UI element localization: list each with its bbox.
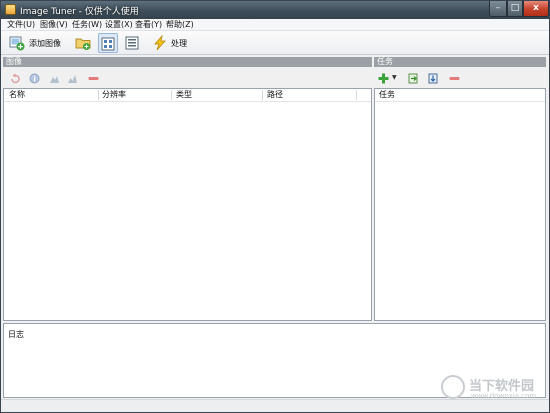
tasks-list[interactable]: 任务 — [374, 88, 546, 321]
details-view-button[interactable] — [122, 33, 142, 53]
column-resolution[interactable]: 分辨率 — [102, 89, 126, 101]
column-separator[interactable] — [171, 90, 172, 100]
column-task[interactable]: 任务 — [379, 89, 395, 101]
add-images-button[interactable]: 添加图像 — [7, 33, 61, 53]
menu-view[interactable]: 查看(Y) — [135, 19, 162, 31]
minimize-button[interactable]: – — [489, 1, 507, 17]
tasks-toolbar: ▼ — [374, 68, 546, 88]
thumbnails-icon — [101, 37, 115, 51]
add-task-icon[interactable] — [378, 73, 389, 84]
remove-icon[interactable] — [88, 73, 99, 84]
column-name[interactable]: 名称 — [9, 89, 25, 101]
details-view-icon — [125, 36, 139, 50]
add-task-dropdown-arrow[interactable]: ▼ — [392, 74, 397, 81]
add-folder-button[interactable] — [73, 33, 93, 53]
column-path[interactable]: 路径 — [267, 89, 283, 101]
add-folder-icon — [75, 38, 91, 50]
app-window: Image Tuner - 仅供个人使用 – □ x 文件(U) 图像(V) 任… — [0, 0, 550, 413]
maximize-button[interactable]: □ — [507, 1, 523, 17]
watermark: 当下软件园 www.downxia.com — [441, 373, 545, 403]
column-separator[interactable] — [98, 90, 99, 100]
close-button[interactable]: x — [523, 1, 549, 17]
log-label: 日志 — [8, 330, 24, 339]
watermark-url: www.downxia.com — [471, 392, 537, 400]
images-section-header: 图像 — [3, 57, 372, 67]
add-images-label: 添加图像 — [29, 39, 61, 48]
process-label: 处理 — [171, 39, 187, 48]
image-adjust-icon[interactable] — [67, 73, 78, 84]
import-task-icon[interactable] — [408, 73, 419, 84]
menu-bar: 文件(U) 图像(V) 任务(W) 设置(X) 查看(Y) 帮助(Z) — [1, 19, 549, 31]
column-separator[interactable] — [356, 90, 357, 100]
image-edit-icon[interactable] — [49, 73, 60, 84]
menu-help[interactable]: 帮助(Z) — [166, 19, 194, 31]
lightning-icon — [154, 35, 166, 51]
window-title: Image Tuner - 仅供个人使用 — [20, 7, 139, 17]
main-toolbar: 添加图像 处理 — [1, 31, 549, 55]
header-divider — [375, 101, 545, 102]
thumbnail-view-button[interactable] — [98, 33, 118, 53]
menu-settings[interactable]: 设置(X) — [105, 19, 133, 31]
info-icon[interactable] — [29, 73, 40, 84]
column-separator[interactable] — [262, 90, 263, 100]
add-image-icon — [9, 36, 25, 51]
app-icon — [5, 4, 16, 15]
title-bar[interactable]: Image Tuner - 仅供个人使用 – □ x — [1, 1, 549, 19]
images-list[interactable]: 名称 分辨率 类型 路径 — [3, 88, 372, 321]
menu-tasks[interactable]: 任务(W) — [72, 19, 102, 31]
process-button[interactable]: 处理 — [150, 33, 190, 53]
header-divider — [4, 101, 371, 102]
tasks-section-header: 任务 — [374, 57, 546, 67]
column-type[interactable]: 类型 — [176, 89, 192, 101]
remove-task-icon[interactable] — [449, 73, 460, 84]
menu-image[interactable]: 图像(V) — [40, 19, 68, 31]
rotate-left-icon[interactable] — [10, 73, 21, 84]
menu-file[interactable]: 文件(U) — [7, 19, 35, 31]
watermark-logo-icon — [441, 375, 465, 399]
export-task-icon[interactable] — [428, 73, 439, 84]
images-toolbar — [3, 68, 372, 88]
